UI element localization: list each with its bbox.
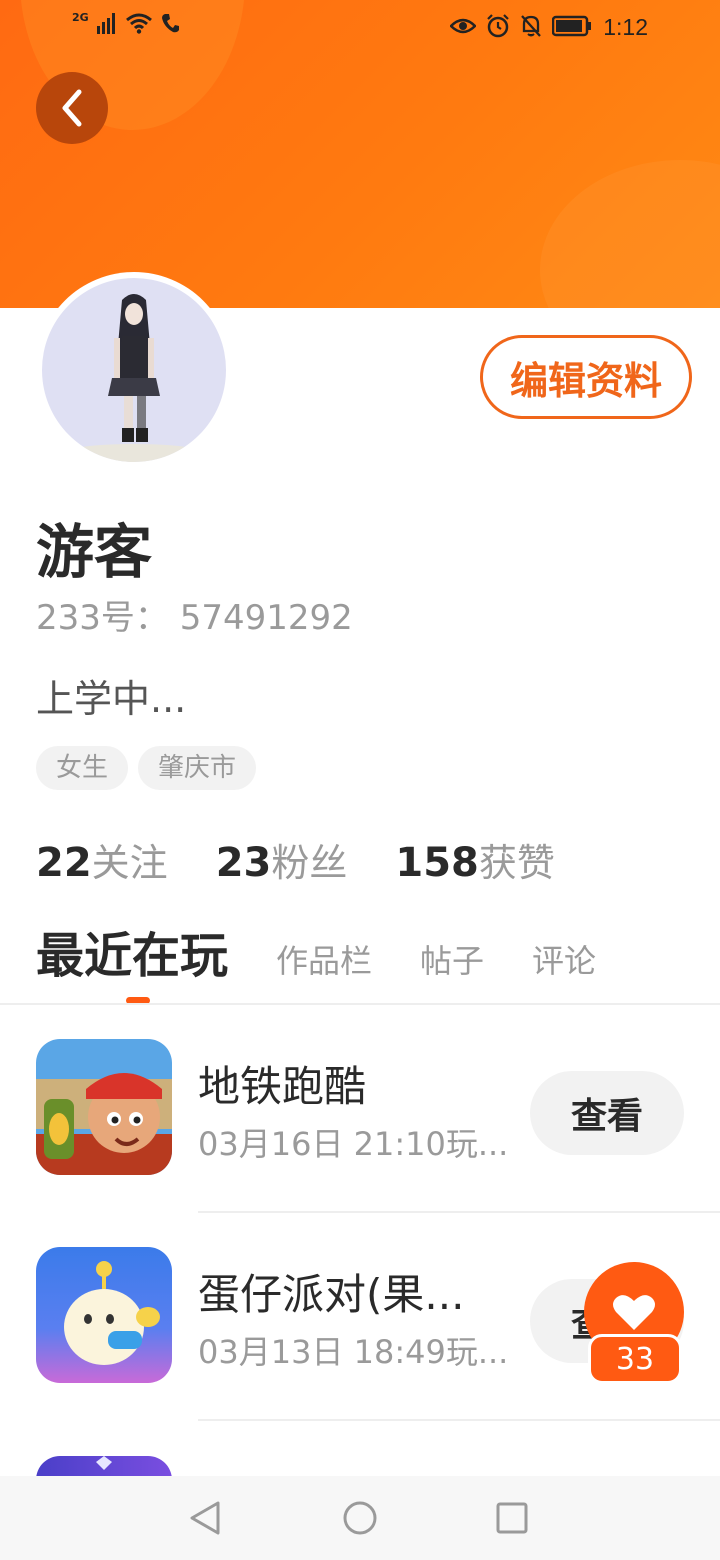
profile-banner: 2G 1:12 <box>0 0 720 308</box>
tab-comments[interactable]: 评论 <box>532 936 596 1002</box>
home-circle-icon[interactable] <box>342 1500 378 1536</box>
fans-label: 粉丝 <box>271 841 348 885</box>
game-played-time: 03月13日 18:49玩... <box>198 1333 508 1371</box>
profile-tabs: 最近在玩 作品栏 帖子 评论 <box>36 922 720 1002</box>
following-count: 22 <box>36 840 92 886</box>
recents-square-icon[interactable] <box>496 1502 528 1534</box>
status-bar: 2G 1:12 <box>0 0 720 56</box>
profile-page: 2G 1:12 编辑资料 游客 233号： 57491292 上学中... 女生… <box>0 0 720 1560</box>
following-stat[interactable]: 22 关注 <box>36 832 168 887</box>
likes-label: 获赞 <box>478 841 555 885</box>
game-icon-eggy-party <box>36 1247 172 1383</box>
avatar[interactable] <box>36 272 232 468</box>
chevron-left-icon <box>62 89 82 127</box>
back-button[interactable] <box>36 72 108 144</box>
phone-icon <box>161 14 179 33</box>
profile-bio: 上学中... <box>36 677 187 721</box>
city-tag: 肇庆市 <box>138 746 257 790</box>
following-label: 关注 <box>91 841 168 885</box>
alarm-icon <box>487 14 509 38</box>
like-badge[interactable]: 33 <box>584 1262 684 1384</box>
fans-count: 23 <box>215 840 272 886</box>
like-count: 33 <box>588 1334 682 1384</box>
signal-icon <box>96 13 115 34</box>
battery-icon <box>552 15 591 37</box>
likes-count: 158 <box>395 840 479 886</box>
gender-tag: 女生 <box>36 746 129 790</box>
eye-icon <box>450 18 476 34</box>
game-title: 蛋仔派对(果... <box>198 1270 465 1319</box>
tab-recently-played[interactable]: 最近在玩 <box>36 916 228 1002</box>
profile-id: 233号： 57491292 <box>36 598 353 638</box>
network-type-label: 2G <box>72 10 89 24</box>
tab-posts[interactable]: 帖子 <box>420 936 484 1002</box>
profile-tags: 女生 肇庆市 <box>36 746 257 790</box>
wifi-icon <box>125 13 152 34</box>
row-divider <box>198 1419 720 1421</box>
heart-icon <box>613 1295 655 1330</box>
profile-name: 游客 <box>36 518 153 586</box>
avatar-image <box>42 278 226 462</box>
edit-profile-button[interactable]: 编辑资料 <box>480 335 692 419</box>
system-nav-bar <box>0 1476 720 1560</box>
tab-works[interactable]: 作品栏 <box>276 936 372 1002</box>
clock-time: 1:12 <box>603 14 648 40</box>
likes-stat[interactable]: 158 获赞 <box>395 832 555 887</box>
back-triangle-icon[interactable] <box>188 1500 224 1536</box>
game-title: 地铁跑酷 <box>198 1062 367 1111</box>
game-played-time: 03月16日 21:10玩... <box>198 1125 508 1163</box>
mute-bell-icon <box>521 15 541 37</box>
list-item[interactable]: 地铁跑酷 03月16日 21:10玩... 查看 <box>0 1005 720 1213</box>
game-icon-subway-surfers <box>36 1039 172 1175</box>
profile-stats: 22 关注 23 粉丝 158 获赞 <box>36 832 603 887</box>
fans-stat[interactable]: 23 粉丝 <box>216 832 348 887</box>
view-button[interactable]: 查看 <box>530 1071 684 1155</box>
